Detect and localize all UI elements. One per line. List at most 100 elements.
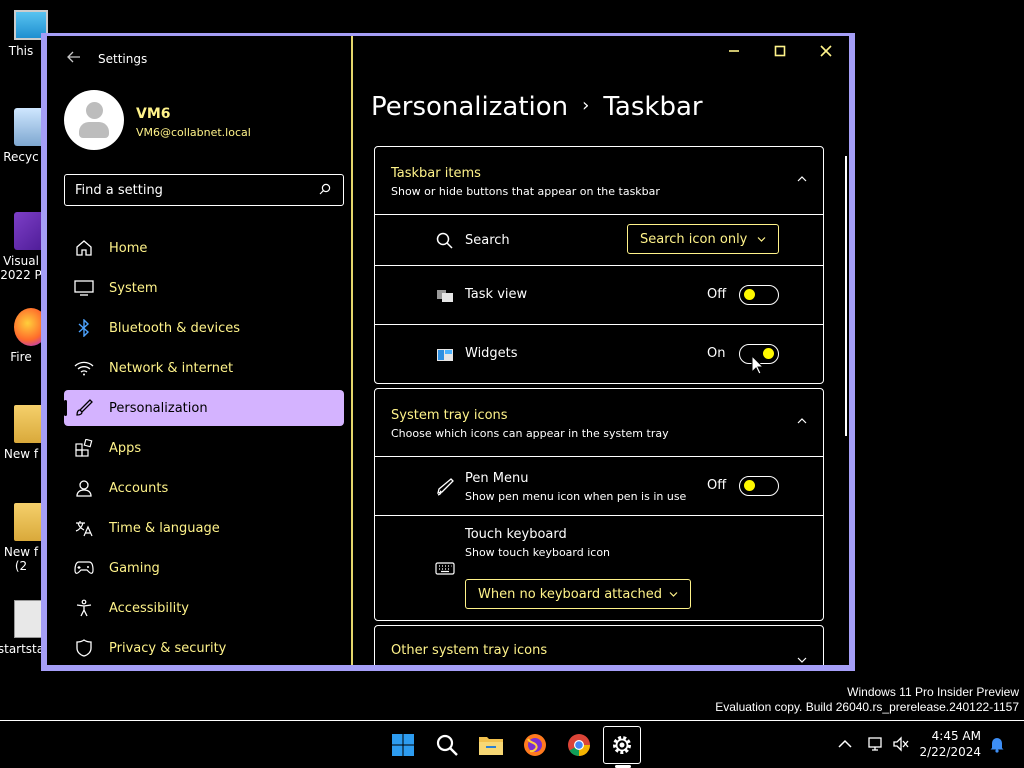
nav-item-label: Accessibility <box>109 600 189 616</box>
nav-item-label: Network & internet <box>109 360 234 376</box>
breadcrumb-current: Taskbar <box>603 92 703 122</box>
accounts-icon <box>73 477 95 499</box>
touch-keyboard-label: Touch keyboard <box>465 527 567 542</box>
minimize-button[interactable] <box>711 36 757 66</box>
nav-item-time-language[interactable]: Time & language <box>64 510 344 546</box>
search-icon[interactable] <box>319 183 331 195</box>
watermark-line-2: Evaluation copy. Build 26040.rs_prerelea… <box>715 700 1019 714</box>
chrome-taskbar-button[interactable] <box>560 726 598 764</box>
chevron-up-icon[interactable] <box>797 416 807 426</box>
nav-item-system[interactable]: System <box>64 270 344 306</box>
chevron-up-icon[interactable] <box>836 735 854 753</box>
nav-item-label: Home <box>109 240 148 256</box>
touch-keyboard-dropdown[interactable]: When no keyboard attached <box>465 579 691 609</box>
nav-item-label: Apps <box>109 440 142 456</box>
nav-item-label: Bluetooth & devices <box>109 320 240 336</box>
desktop-icon-label: Visual 2022 P <box>0 254 42 282</box>
nav-item-label: Time & language <box>109 520 220 536</box>
nav-item-privacy[interactable]: Privacy & security <box>64 630 344 665</box>
nav-item-bluetooth[interactable]: Bluetooth & devices <box>64 310 344 346</box>
chevron-down-icon[interactable] <box>797 655 807 665</box>
search-label: Search <box>465 233 510 248</box>
navigation-pane: Settings VM6 VM6@collabnet.local Home Sy… <box>47 36 353 665</box>
maximize-icon <box>774 45 786 57</box>
pen-menu-row: Pen Menu Show pen menu icon when pen is … <box>375 457 823 516</box>
file-explorer-icon <box>479 737 503 755</box>
desktop-icon-label: Fire <box>10 350 32 364</box>
close-button[interactable] <box>803 36 849 66</box>
apps-icon <box>73 437 95 459</box>
touch-keyboard-row: Touch keyboard Show touch keyboard icon … <box>375 516 823 620</box>
desktop-icon-label: Recyc <box>3 150 39 164</box>
clock-time: 4:45 AM <box>931 729 981 743</box>
section-subtitle: Choose which icons can appear in the sys… <box>391 427 669 440</box>
dropdown-value: When no keyboard attached <box>478 586 662 602</box>
search-box <box>64 174 344 206</box>
nav-item-gaming[interactable]: Gaming <box>64 550 344 586</box>
system-icon <box>73 277 95 299</box>
search-input[interactable] <box>65 175 305 205</box>
accessibility-icon <box>73 597 95 619</box>
desktop-icon-label: startsta <box>0 642 45 656</box>
clock[interactable]: 4:45 AM 2/22/2024 <box>919 728 981 760</box>
volume-muted-icon[interactable] <box>892 735 910 753</box>
taskbar-items-header[interactable]: Taskbar items Show or hide buttons that … <box>375 147 823 215</box>
nav-item-label: Gaming <box>109 560 160 576</box>
personalization-icon <box>73 397 95 419</box>
maximize-button[interactable] <box>757 36 803 66</box>
nav-item-apps[interactable]: Apps <box>64 430 344 466</box>
notification-bell-icon[interactable] <box>988 735 1006 753</box>
dropdown-value: Search icon only <box>640 231 748 247</box>
task-view-toggle[interactable] <box>739 285 779 305</box>
bluetooth-icon <box>73 317 95 339</box>
settings-taskbar-button[interactable] <box>603 726 641 768</box>
touch-keyboard-desc: Show touch keyboard icon <box>465 546 611 559</box>
network-icon <box>73 357 95 379</box>
caption-buttons <box>711 36 849 66</box>
network-status-icon[interactable] <box>866 735 884 753</box>
back-button[interactable] <box>67 51 81 67</box>
pen-menu-toggle[interactable] <box>739 476 779 496</box>
app-title: Settings <box>98 52 148 66</box>
firefox-taskbar-button[interactable] <box>516 726 554 764</box>
breadcrumb-separator: › <box>582 95 590 116</box>
nav-item-label: System <box>109 280 158 296</box>
content-pane: Personalization › Taskbar Taskbar items Sh… <box>355 36 849 665</box>
task-view-icon <box>437 290 453 302</box>
widgets-state: On <box>707 346 726 361</box>
system-tray-header[interactable]: System tray icons Choose which icons can… <box>375 389 823 457</box>
nav-item-home[interactable]: Home <box>64 230 344 266</box>
firefox-icon <box>524 734 546 756</box>
desktop-icon-label: New f <box>3 447 39 461</box>
section-title: Other system tray icons <box>391 643 548 658</box>
home-icon <box>73 237 95 259</box>
nav-item-network[interactable]: Network & internet <box>64 350 344 386</box>
breadcrumb-parent[interactable]: Personalization <box>371 92 568 122</box>
nav-item-accessibility[interactable]: Accessibility <box>64 590 344 626</box>
section-title: System tray icons <box>391 408 508 423</box>
pen-menu-label: Pen Menu <box>465 471 529 486</box>
watermark-line-1: Windows 11 Pro Insider Preview <box>847 685 1019 699</box>
pen-icon <box>437 478 454 496</box>
nav-item-personalization[interactable]: Personalization <box>64 390 344 426</box>
system-tray-card: System tray icons Choose which icons can… <box>374 388 824 621</box>
search-row: Search Search icon only <box>375 215 823 266</box>
start-button[interactable] <box>384 726 422 764</box>
other-tray-card[interactable]: Other system tray icons <box>374 625 824 665</box>
taskbar-search-button[interactable] <box>428 726 466 764</box>
nav-item-accounts[interactable]: Accounts <box>64 470 344 506</box>
mouse-cursor-icon <box>751 355 765 375</box>
widgets-label: Widgets <box>465 346 518 361</box>
search-mode-dropdown[interactable]: Search icon only <box>627 224 779 254</box>
scrollbar[interactable] <box>845 156 847 436</box>
chevron-down-icon <box>757 237 766 242</box>
clock-date: 2/22/2024 <box>919 745 981 759</box>
file-explorer-button[interactable] <box>472 726 510 764</box>
task-view-label: Task view <box>465 287 528 302</box>
nav-item-label: Personalization <box>109 400 208 416</box>
section-subtitle: Show or hide buttons that appear on the … <box>391 185 660 198</box>
avatar[interactable] <box>64 90 124 150</box>
user-email: VM6@collabnet.local <box>136 126 251 139</box>
section-title: Taskbar items <box>391 166 481 181</box>
chevron-up-icon[interactable] <box>797 174 807 184</box>
